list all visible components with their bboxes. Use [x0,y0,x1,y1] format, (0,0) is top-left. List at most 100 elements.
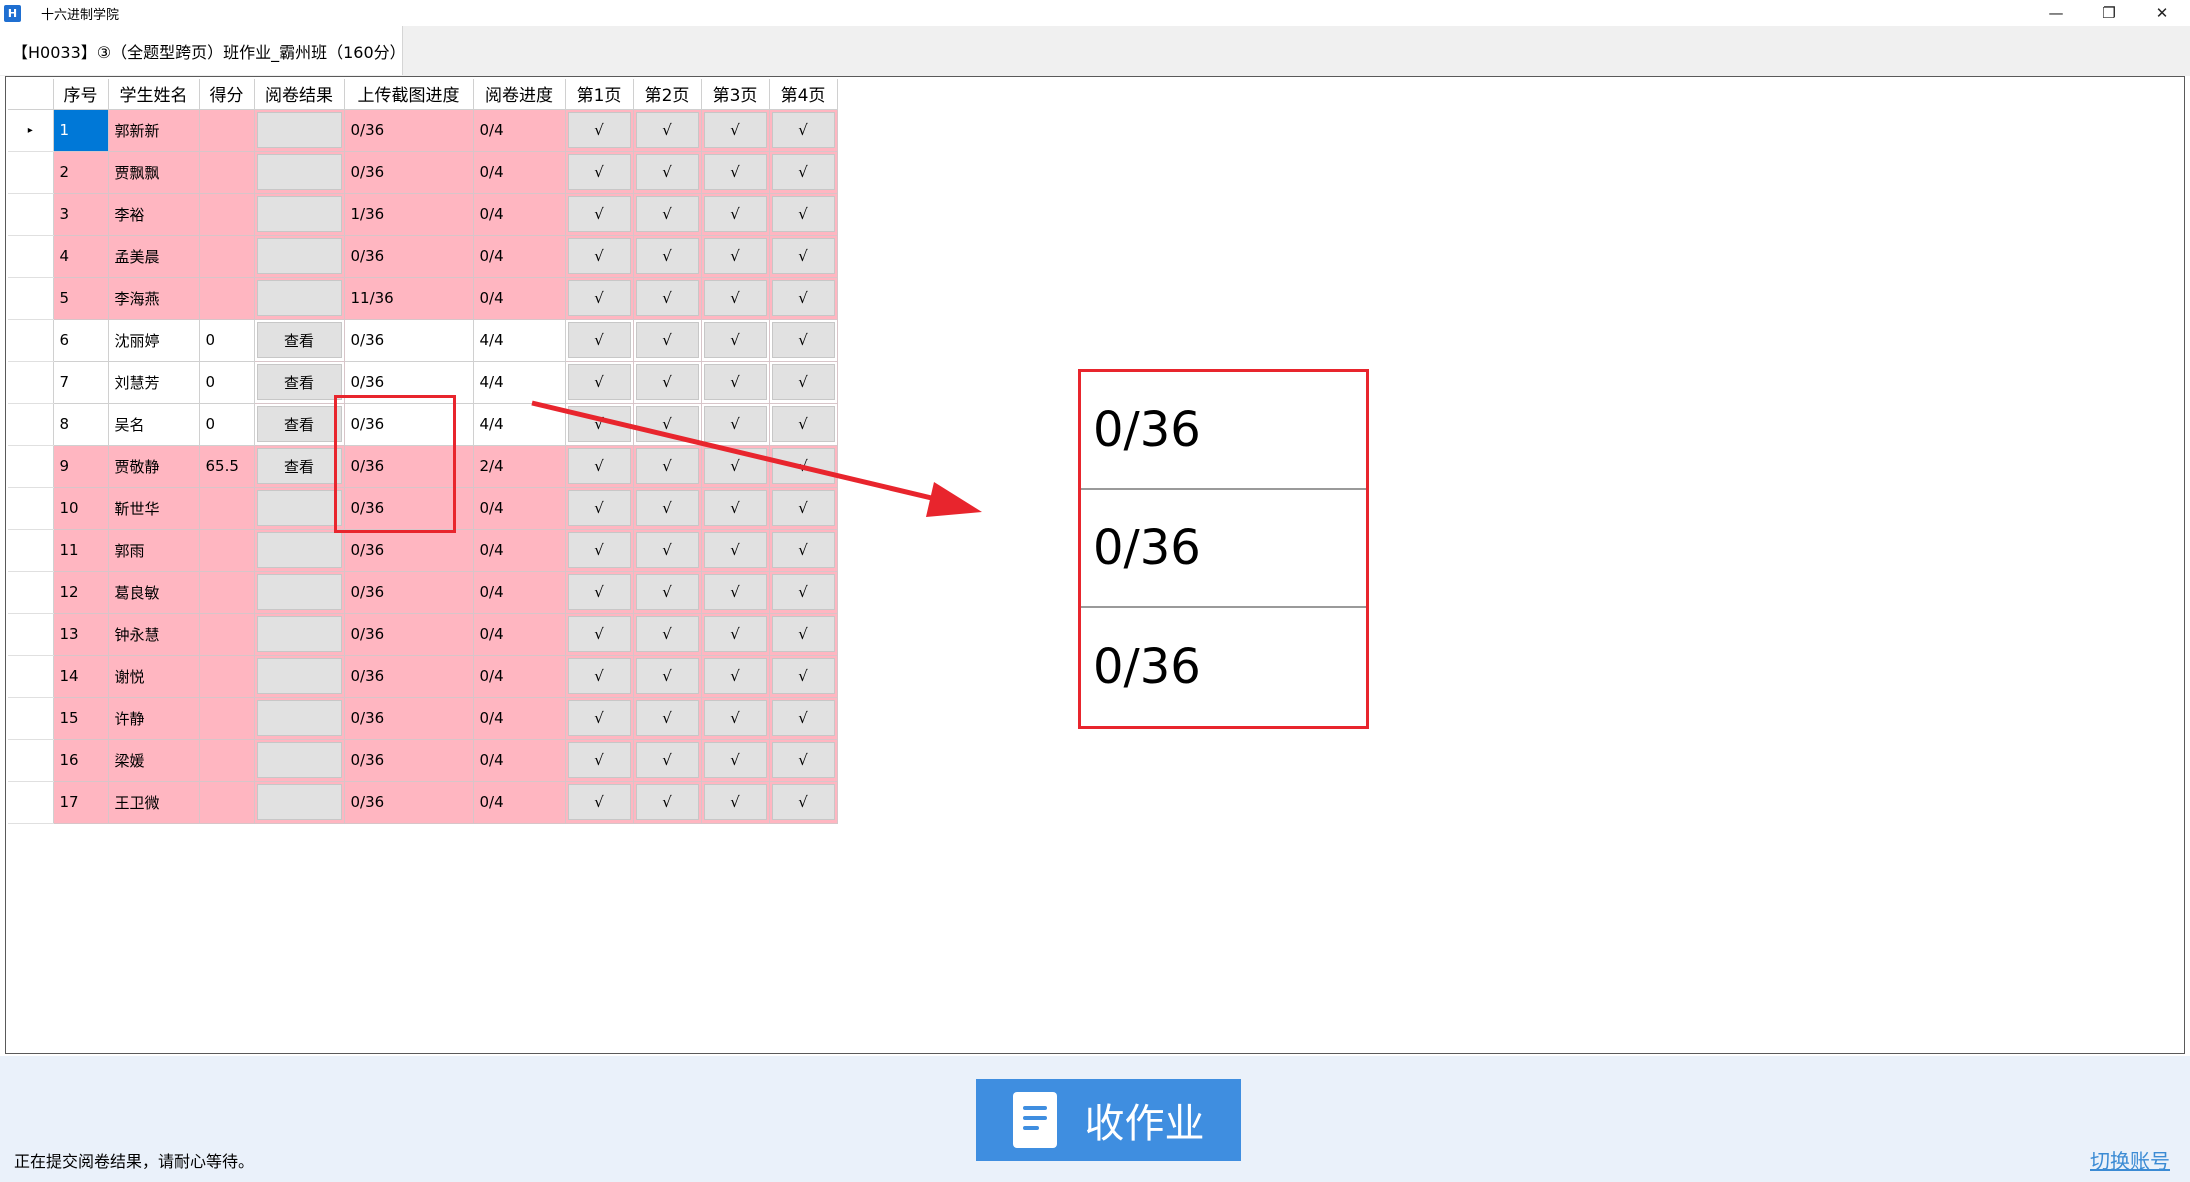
page-4-button[interactable]: √ [771,742,835,778]
page-1-button[interactable]: √ [567,112,631,148]
cell-upload-progress[interactable]: 0/36 [344,697,474,740]
page-2-button[interactable]: √ [635,238,699,274]
page-3-button[interactable]: √ [703,532,767,568]
cell-upload-progress[interactable]: 0/36 [344,319,474,362]
cell-index[interactable]: 7 [53,361,109,404]
table-row[interactable]: 17 王卫微 0/36 0/4 √ √ √ √ [8,781,838,824]
cell-upload-progress[interactable]: 1/36 [344,193,474,236]
page-1-button[interactable]: √ [567,532,631,568]
cell-score[interactable]: 65.5 [199,445,255,488]
column-header[interactable]: 序号 [53,79,109,110]
page-1-button[interactable]: √ [567,742,631,778]
row-header[interactable] [8,151,54,194]
view-result-button[interactable]: 查看 [256,364,342,400]
page-3-button[interactable]: √ [703,364,767,400]
page-4-button[interactable]: √ [771,406,835,442]
page-2-button[interactable]: √ [635,196,699,232]
cell-student-name[interactable]: 靳世华 [108,487,200,530]
page-1-button[interactable]: √ [567,658,631,694]
page-3-button[interactable]: √ [703,490,767,526]
table-row[interactable]: 7 刘慧芳 0 查看 0/36 4/4 √ √ √ √ [8,361,838,404]
page-4-button[interactable]: √ [771,532,835,568]
cell-index[interactable]: 6 [53,319,109,362]
page-2-button[interactable]: √ [635,574,699,610]
column-header[interactable]: 阅卷进度 [473,79,566,110]
cell-student-name[interactable]: 沈丽婷 [108,319,200,362]
cell-upload-progress[interactable]: 0/36 [344,529,474,572]
column-header[interactable]: 第1页 [565,79,634,110]
page-2-button[interactable]: √ [635,406,699,442]
table-row[interactable]: 15 许静 0/36 0/4 √ √ √ √ [8,697,838,740]
page-4-button[interactable]: √ [771,616,835,652]
table-row[interactable]: 14 谢悦 0/36 0/4 √ √ √ √ [8,655,838,698]
cell-score[interactable] [199,235,255,278]
table-row[interactable]: 8 吴名 0 查看 0/36 4/4 √ √ √ √ [8,403,838,446]
view-result-button[interactable] [256,700,342,736]
cell-index[interactable]: 2 [53,151,109,194]
cell-grading-progress[interactable]: 2/4 [473,445,566,488]
page-2-button[interactable]: √ [635,700,699,736]
cell-student-name[interactable]: 贾飘飘 [108,151,200,194]
page-3-button[interactable]: √ [703,322,767,358]
table-row[interactable]: 3 李裕 1/36 0/4 √ √ √ √ [8,193,838,236]
cell-index[interactable]: 17 [53,781,109,824]
page-4-button[interactable]: √ [771,154,835,190]
row-header[interactable] [8,487,54,530]
cell-upload-progress[interactable]: 0/36 [344,151,474,194]
page-3-button[interactable]: √ [703,658,767,694]
cell-index[interactable]: 16 [53,739,109,782]
view-result-button[interactable] [256,154,342,190]
page-2-button[interactable]: √ [635,448,699,484]
page-3-button[interactable]: √ [703,616,767,652]
table-row[interactable]: 11 郭雨 0/36 0/4 √ √ √ √ [8,529,838,572]
page-4-button[interactable]: √ [771,448,835,484]
row-header[interactable] [8,697,54,740]
cell-student-name[interactable]: 钟永慧 [108,613,200,656]
page-1-button[interactable]: √ [567,280,631,316]
cell-upload-progress[interactable]: 0/36 [344,235,474,278]
cell-student-name[interactable]: 梁媛 [108,739,200,782]
view-result-button[interactable] [256,532,342,568]
row-header[interactable] [8,781,54,824]
page-1-button[interactable]: √ [567,406,631,442]
view-result-button[interactable] [256,490,342,526]
table-row[interactable]: ▸ 1 郭新新 0/36 0/4 √ √ √ √ [8,109,838,152]
page-1-button[interactable]: √ [567,364,631,400]
cell-index[interactable]: 12 [53,571,109,614]
cell-student-name[interactable]: 王卫微 [108,781,200,824]
cell-index[interactable]: 8 [53,403,109,446]
tab-assignment[interactable]: 【H0033】③（全题型跨页）班作业_霸州班（160分） [0,26,406,75]
table-row[interactable]: 16 梁媛 0/36 0/4 √ √ √ √ [8,739,838,782]
column-header[interactable]: 上传截图进度 [344,79,474,110]
cell-grading-progress[interactable]: 0/4 [473,739,566,782]
column-header[interactable]: 第4页 [769,79,838,110]
page-1-button[interactable]: √ [567,490,631,526]
page-4-button[interactable]: √ [771,196,835,232]
cell-student-name[interactable]: 郭雨 [108,529,200,572]
cell-upload-progress[interactable]: 0/36 [344,361,474,404]
page-4-button[interactable]: √ [771,658,835,694]
cell-upload-progress[interactable]: 0/36 [344,445,474,488]
page-4-button[interactable]: √ [771,280,835,316]
row-header[interactable] [8,361,54,404]
cell-grading-progress[interactable]: 4/4 [473,319,566,362]
cell-student-name[interactable]: 谢悦 [108,655,200,698]
page-4-button[interactable]: √ [771,574,835,610]
page-2-button[interactable]: √ [635,322,699,358]
column-header[interactable]: 第3页 [701,79,770,110]
view-result-button[interactable] [256,238,342,274]
column-header[interactable]: 第2页 [633,79,702,110]
cell-grading-progress[interactable]: 0/4 [473,151,566,194]
table-row[interactable]: 12 葛良敏 0/36 0/4 √ √ √ √ [8,571,838,614]
cell-score[interactable] [199,655,255,698]
row-header[interactable] [8,193,54,236]
cell-score[interactable] [199,109,255,152]
page-4-button[interactable]: √ [771,364,835,400]
close-icon[interactable]: ✕ [2136,0,2188,26]
cell-student-name[interactable]: 孟美晨 [108,235,200,278]
view-result-button[interactable] [256,574,342,610]
row-header[interactable] [8,613,54,656]
cell-index[interactable]: 5 [53,277,109,320]
page-3-button[interactable]: √ [703,448,767,484]
cell-score[interactable] [199,571,255,614]
